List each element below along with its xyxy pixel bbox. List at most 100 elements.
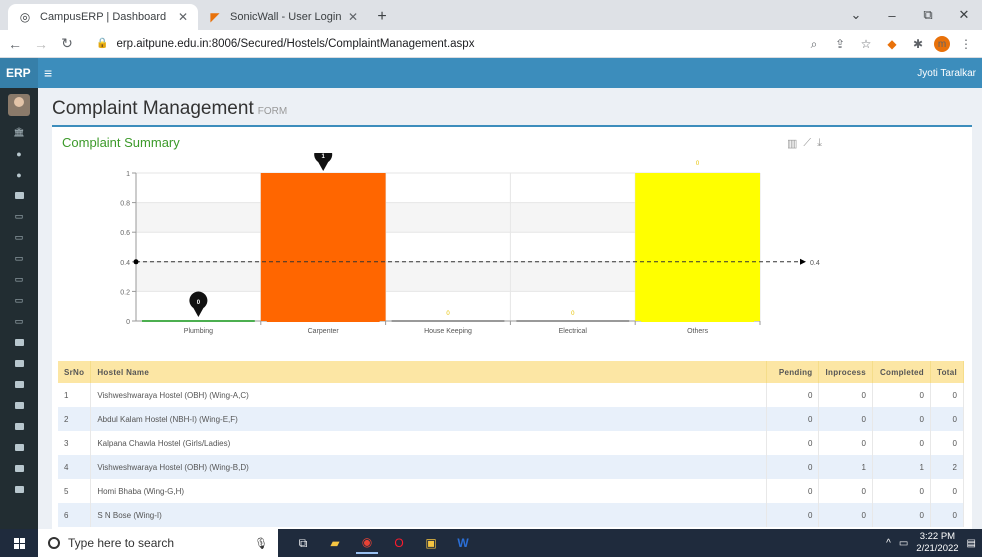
user-icon[interactable]: ● bbox=[0, 164, 38, 185]
notification-icon[interactable]: ▤ bbox=[967, 538, 976, 549]
download-icon[interactable]: ⤓ bbox=[817, 137, 822, 150]
lock-icon: 🔒 bbox=[96, 38, 109, 49]
tab-sonicwall[interactable]: ◤ SonicWall - User Login ✕ bbox=[198, 4, 368, 30]
data-label: 0 bbox=[446, 311, 450, 317]
opera-icon[interactable]: O bbox=[388, 532, 410, 554]
network-icon[interactable]: ▭ bbox=[899, 538, 908, 549]
close-window-icon[interactable]: ✕ bbox=[946, 7, 982, 23]
x-tick-label: Electrical bbox=[559, 328, 588, 335]
line-chart-icon[interactable]: ⟋ bbox=[803, 137, 811, 150]
window-controls: ⌄ – ⧉ ✕ bbox=[838, 0, 982, 30]
cell-hostel-name: S N Bose (Wing-I) bbox=[90, 503, 768, 527]
cell-completed: 1 bbox=[872, 455, 931, 479]
folder-icon[interactable] bbox=[0, 416, 38, 437]
monitor-icon[interactable]: ▭ bbox=[0, 206, 38, 227]
forward-icon[interactable]: → bbox=[30, 36, 52, 52]
minimize-icon[interactable]: – bbox=[874, 8, 910, 23]
cell-pending: 0 bbox=[766, 503, 820, 527]
table-row[interactable]: 6S N Bose (Wing-I) 0 0 0 0 bbox=[58, 503, 965, 527]
cell-completed: 0 bbox=[872, 383, 931, 407]
folder-icon[interactable] bbox=[0, 437, 38, 458]
table-row[interactable]: 5 Homi Bhaba (Wing-G,H) 0 0 0 0 bbox=[58, 479, 965, 503]
reload-icon[interactable]: ↻ bbox=[56, 35, 78, 52]
col-inprocess[interactable]: Inprocess bbox=[818, 361, 873, 383]
user-icon[interactable]: ● bbox=[0, 143, 38, 164]
extension-icon[interactable]: ◆ bbox=[882, 34, 902, 54]
monitor-icon[interactable]: ▭ bbox=[0, 248, 38, 269]
col-hostel-name[interactable]: Hostel Name bbox=[90, 361, 768, 383]
folder-icon[interactable] bbox=[0, 395, 38, 416]
x-tick-label: Carpenter bbox=[308, 328, 340, 335]
monitor-icon[interactable]: ▭ bbox=[0, 269, 38, 290]
share-icon[interactable]: ⇪ bbox=[830, 34, 850, 54]
cell-pending: 0 bbox=[766, 455, 820, 479]
cell-total: 2 bbox=[930, 455, 965, 479]
chart-toolbar: ▥ ⟋ ⤓ bbox=[787, 137, 822, 150]
tab-title: CampusERP | Dashboard bbox=[40, 11, 167, 23]
monitor-icon[interactable]: ▭ bbox=[0, 227, 38, 248]
folder-icon[interactable] bbox=[0, 353, 38, 374]
institution-icon[interactable]: 🏛 bbox=[0, 122, 38, 143]
puzzle-icon[interactable]: ✱ bbox=[908, 34, 928, 54]
folder-icon[interactable] bbox=[0, 374, 38, 395]
chrome-icon[interactable]: ◉ bbox=[356, 532, 378, 554]
y-tick-label: 0.8 bbox=[120, 201, 130, 208]
menu-icon[interactable]: ⋮ bbox=[956, 34, 976, 54]
close-icon[interactable]: ✕ bbox=[348, 10, 358, 24]
table-row[interactable]: 2 Abdul Kalam Hostel (NBH-I) (Wing-E,F) 0 0… bbox=[58, 407, 965, 431]
start-button[interactable] bbox=[0, 537, 38, 549]
folder-icon[interactable] bbox=[0, 479, 38, 500]
table-row[interactable]: 1 Vishweshwaraya Hostel (OBH) (Wing-A,C) 0… bbox=[58, 383, 965, 407]
col-completed[interactable]: Completed bbox=[872, 361, 931, 383]
cell-total: 0 bbox=[930, 407, 965, 431]
back-icon[interactable]: ← bbox=[4, 36, 26, 52]
monitor-icon[interactable]: ▭ bbox=[0, 311, 38, 332]
col-total[interactable]: Total bbox=[930, 361, 965, 383]
sidebar: 🏛 ● ● ▭ ▭ ▭ ▭ ▭ ▭ bbox=[0, 88, 38, 529]
monitor-icon[interactable]: ▭ bbox=[0, 290, 38, 311]
taskbar-search[interactable]: Type here to search 🎙 bbox=[38, 529, 278, 557]
table-row[interactable]: 3 Kalpana Chawla Hostel (Girls/Ladies) 0 0 0… bbox=[58, 431, 965, 455]
table-row[interactable]: 4 Vishweshwaraya Hostel (OBH) (Wing-B,D) 0… bbox=[58, 455, 965, 479]
folder-icon[interactable] bbox=[0, 332, 38, 353]
col-srno[interactable]: SrNo bbox=[58, 361, 92, 383]
user-avatar[interactable] bbox=[8, 94, 30, 116]
cell-srno: 2 bbox=[58, 407, 92, 431]
cell-hostel-name: Vishweshwaraya Hostel (OBH) (Wing-B,D) bbox=[90, 455, 768, 479]
star-icon[interactable]: ☆ bbox=[856, 34, 876, 54]
hamburger-menu-icon[interactable]: ≡ bbox=[44, 65, 52, 81]
url-input[interactable]: 🔒 erp.aitpune.edu.in:8006/Secured/Hostel… bbox=[86, 32, 856, 55]
profile-avatar[interactable]: m bbox=[934, 36, 950, 52]
sticky-notes-icon[interactable]: ▣ bbox=[420, 532, 442, 554]
average-start-dot bbox=[133, 259, 139, 265]
y-tick-label: 1 bbox=[126, 171, 130, 178]
bar-chart-icon[interactable]: ▥ bbox=[787, 137, 797, 150]
tab-search-icon[interactable]: ⌄ bbox=[838, 7, 874, 23]
user-name[interactable]: Jyoti Taralkar bbox=[917, 68, 976, 79]
col-pending[interactable]: Pending bbox=[766, 361, 820, 383]
task-view-icon[interactable]: ⧉ bbox=[292, 532, 314, 554]
book-icon[interactable] bbox=[0, 185, 38, 206]
tab-title: SonicWall - User Login bbox=[230, 11, 342, 23]
clock-time: 3:22 PM bbox=[919, 531, 956, 542]
address-bar: ← → ↻ 🔒 erp.aitpune.edu.in:8006/Secured/… bbox=[0, 30, 982, 58]
word-icon[interactable]: W bbox=[452, 532, 474, 554]
close-icon[interactable]: ✕ bbox=[178, 10, 188, 24]
cell-hostel-name: Vishweshwaraya Hostel (OBH) (Wing-A,C) bbox=[90, 383, 768, 407]
new-tab-button[interactable]: + bbox=[368, 4, 396, 30]
chevron-up-icon[interactable]: ^ bbox=[886, 538, 891, 549]
x-tick-label: Others bbox=[687, 328, 709, 335]
file-explorer-icon[interactable]: ▰ bbox=[324, 532, 346, 554]
cell-inprocess: 0 bbox=[818, 407, 873, 431]
restore-icon[interactable]: ⧉ bbox=[910, 7, 946, 23]
cell-srno: 1 bbox=[58, 383, 92, 407]
brand-logo[interactable]: ERP bbox=[0, 58, 38, 88]
tab-campuserp[interactable]: ◎ CampusERP | Dashboard ✕ bbox=[8, 4, 198, 30]
zoom-icon[interactable]: ⌕ bbox=[804, 34, 824, 54]
clock[interactable]: 3:22 PM 2/21/2022 bbox=[916, 531, 958, 555]
mic-icon[interactable]: 🎙 bbox=[254, 537, 268, 550]
cell-pending: 0 bbox=[766, 431, 820, 455]
folder-icon[interactable] bbox=[0, 458, 38, 479]
cell-srno: 6 bbox=[58, 503, 92, 527]
average-arrow bbox=[800, 258, 806, 265]
